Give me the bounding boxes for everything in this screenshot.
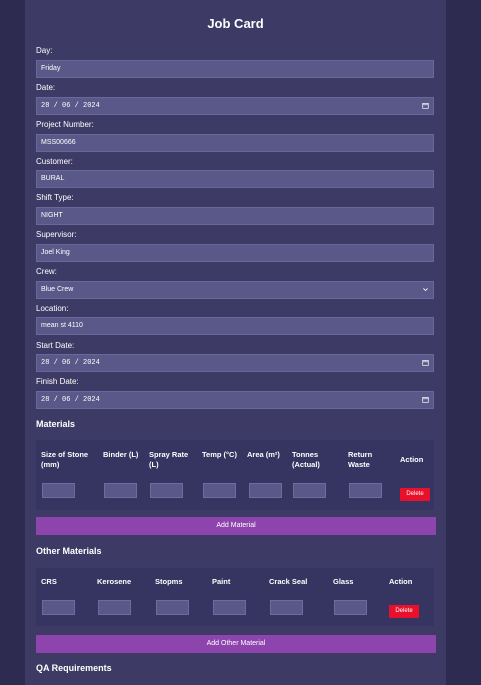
supervisor-label: Supervisor: <box>36 230 77 239</box>
other-col-glass: Glass <box>333 577 354 586</box>
other-col-stopms: Stopms <box>155 577 183 586</box>
size-of-stone-input[interactable] <box>42 483 75 498</box>
date-value: 28 / 06 / 2024 <box>41 102 100 110</box>
other-col-crs: CRS <box>41 577 57 586</box>
materials-col-binder: Binder (L) <box>103 450 139 459</box>
finish-date-value: 28 / 06 / 2024 <box>41 396 100 404</box>
crs-input[interactable] <box>42 600 75 615</box>
kerosene-input[interactable] <box>98 600 131 615</box>
other-col-crack-seal: Crack Seal <box>269 577 308 586</box>
shift-type-field[interactable]: NIGHT <box>36 207 434 225</box>
qa-requirements-heading: QA Requirements <box>36 663 112 673</box>
spray-rate-input[interactable] <box>150 483 183 498</box>
calendar-icon[interactable] <box>422 359 429 366</box>
materials-col-tonnes: Tonnes (Actual) <box>292 450 320 469</box>
materials-heading: Materials <box>36 419 76 429</box>
start-date-field[interactable]: 28 / 06 / 2024 <box>36 354 434 372</box>
other-col-action: Action <box>389 577 413 586</box>
chevron-down-icon <box>423 288 428 292</box>
return-waste-input[interactable] <box>349 483 382 498</box>
location-label: Location: <box>36 304 69 313</box>
finish-date-field[interactable]: 28 / 06 / 2024 <box>36 391 434 409</box>
crew-select[interactable]: Blue Crew <box>36 281 434 299</box>
crack-seal-input[interactable] <box>270 600 303 615</box>
finish-date-label: Finish Date: <box>36 377 79 386</box>
page-title: Job Card <box>207 16 264 31</box>
location-field[interactable]: mean st 4110 <box>36 317 434 335</box>
delete-other-material-button[interactable]: Delete <box>389 605 419 618</box>
other-materials-heading: Other Materials <box>36 546 102 556</box>
crew-label: Crew: <box>36 267 57 276</box>
start-date-value: 28 / 06 / 2024 <box>41 359 100 367</box>
stopms-input[interactable] <box>156 600 189 615</box>
job-card-form: Job Card Day: Friday Date: 28 / 06 / 202… <box>25 0 446 685</box>
materials-table: Size of Stone (mm) Binder (L) Spray Rate… <box>36 440 434 510</box>
other-materials-table: CRS Kerosene Stopms Paint Crack Seal Gla… <box>36 568 434 626</box>
materials-col-size: Size of Stone (mm) <box>41 450 89 469</box>
project-number-field[interactable]: MSS00666 <box>36 134 434 152</box>
crew-value: Blue Crew <box>41 286 74 293</box>
date-field[interactable]: 28 / 06 / 2024 <box>36 97 434 115</box>
delete-material-button[interactable]: Delete <box>400 488 430 501</box>
temp-input[interactable] <box>203 483 236 498</box>
start-date-label: Start Date: <box>36 341 75 350</box>
paint-input[interactable] <box>213 600 246 615</box>
add-other-material-button[interactable]: Add Other Material <box>36 635 436 653</box>
day-field[interactable]: Friday <box>36 60 434 78</box>
other-col-kerosene: Kerosene <box>97 577 132 586</box>
materials-col-spray-rate: Spray Rate (L) <box>149 450 189 469</box>
shift-type-label: Shift Type: <box>36 193 74 202</box>
materials-col-temp: Temp (°C) <box>202 450 237 459</box>
calendar-icon[interactable] <box>422 396 429 403</box>
materials-col-area: Area (m²) <box>247 450 280 459</box>
project-number-label: Project Number: <box>36 120 94 129</box>
glass-input[interactable] <box>334 600 367 615</box>
customer-field[interactable]: BURAL <box>36 170 434 188</box>
calendar-icon[interactable] <box>422 102 429 109</box>
customer-label: Customer: <box>36 157 73 166</box>
day-label: Day: <box>36 46 53 55</box>
other-col-paint: Paint <box>212 577 231 586</box>
materials-col-return-waste: Return Waste <box>348 450 373 469</box>
binder-input[interactable] <box>104 483 137 498</box>
supervisor-field[interactable]: Joel King <box>36 244 434 262</box>
add-material-button[interactable]: Add Material <box>36 517 436 535</box>
date-label: Date: <box>36 83 56 92</box>
area-input[interactable] <box>249 483 282 498</box>
materials-col-action: Action <box>400 455 424 464</box>
tonnes-input[interactable] <box>293 483 326 498</box>
